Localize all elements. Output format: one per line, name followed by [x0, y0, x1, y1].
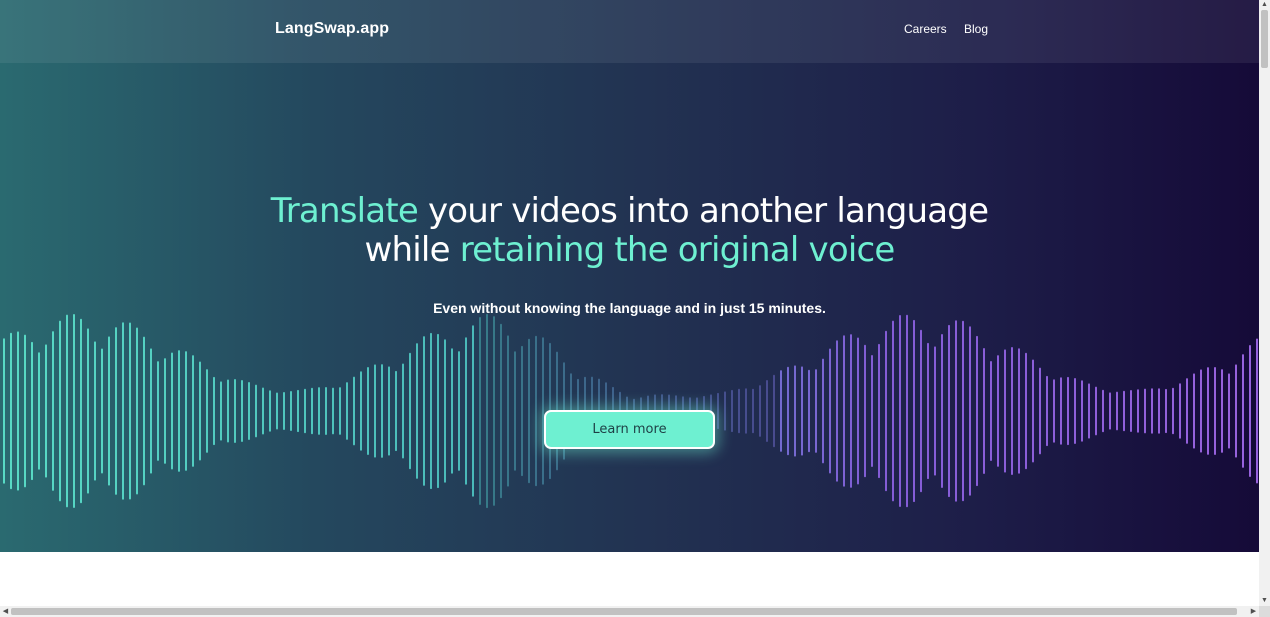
horizontal-scroll-thumb[interactable]	[11, 608, 1237, 615]
horizontal-scrollbar[interactable]: ◀ ▶	[0, 606, 1259, 617]
headline-accent-voice: retaining the original voice	[459, 230, 896, 270]
vertical-scrollbar[interactable]: ▲ ▼	[1259, 0, 1270, 606]
headline-text-1: your videos into another language	[417, 191, 989, 231]
hero-subtitle: Even without knowing the language and in…	[433, 300, 826, 316]
triangle-left-icon[interactable]: ◀	[0, 606, 11, 617]
headline-text-2: while	[364, 230, 460, 270]
learn-more-button[interactable]: Learn more	[544, 410, 715, 449]
brand-logo-text[interactable]: LangSwap.app	[275, 20, 389, 38]
headline-line-1: Translate your videos into another langu…	[0, 192, 1259, 231]
triangle-right-icon[interactable]: ▶	[1248, 606, 1259, 617]
triangle-up-icon[interactable]: ▲	[1259, 0, 1270, 10]
triangle-down-icon[interactable]: ▼	[1259, 596, 1270, 606]
headline-accent-translate: Translate	[270, 191, 419, 231]
nav-link-blog[interactable]: Blog	[964, 22, 988, 36]
top-navbar: LangSwap.app Careers Blog	[0, 0, 1259, 63]
hero-headline: Translate your videos into another langu…	[0, 192, 1259, 270]
hero-section: LangSwap.app Careers Blog Translate your…	[0, 0, 1259, 552]
browser-viewport: LangSwap.app Careers Blog Translate your…	[0, 0, 1259, 606]
scrollbar-corner	[1259, 606, 1270, 617]
vertical-scroll-thumb[interactable]	[1261, 10, 1268, 68]
nav-link-careers[interactable]: Careers	[904, 22, 947, 36]
headline-line-2: while retaining the original voice	[0, 231, 1259, 270]
